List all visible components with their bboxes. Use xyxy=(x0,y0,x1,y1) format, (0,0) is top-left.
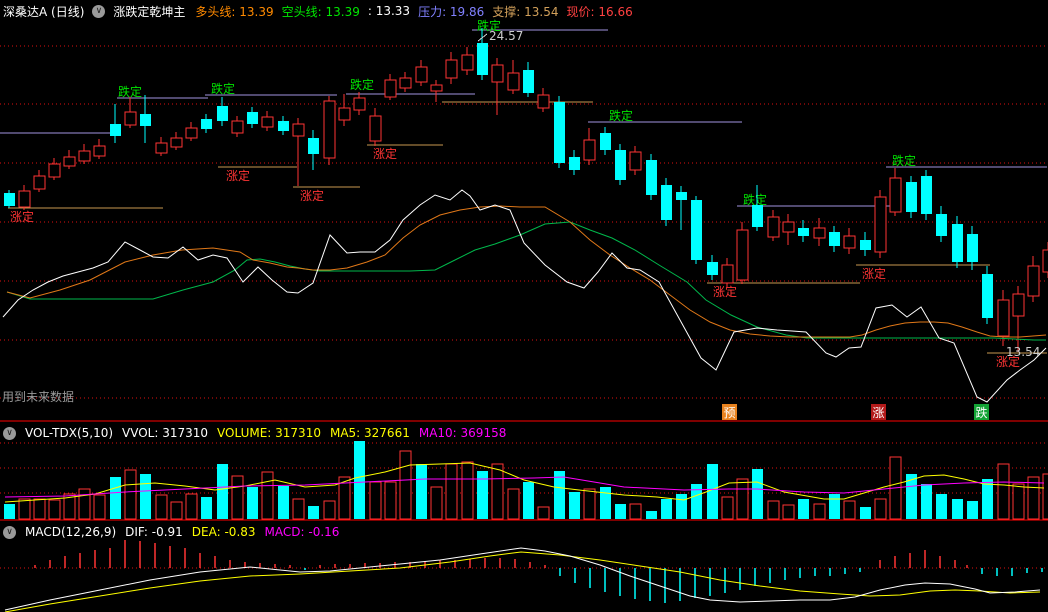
svg-text:13.54: 13.54 xyxy=(1006,345,1040,359)
stock-title: 深桑达A (日线) xyxy=(3,4,85,19)
macd-value: MACD: -0.16 xyxy=(264,525,340,539)
svg-text:涨定: 涨定 xyxy=(373,146,397,161)
support-lines: 涨定涨定涨定涨定涨定涨定涨定 xyxy=(8,101,1047,369)
svg-text:涨定: 涨定 xyxy=(300,188,324,203)
mid-line-value: : 13.33 xyxy=(367,4,411,18)
vol-collapse-chevron-icon[interactable]: ∨ xyxy=(3,426,16,440)
vol-ma10-value: MA10: 369158 xyxy=(418,426,507,440)
pressure-value: 压力: 19.86 xyxy=(418,4,485,19)
current-price-value: 现价: 16.66 xyxy=(566,4,633,19)
svg-text:跌定: 跌定 xyxy=(211,81,235,96)
main-candlesticks xyxy=(4,28,1048,352)
vol-indicator-name: VOL-TDX(5,10) xyxy=(25,426,114,440)
macd-bars xyxy=(34,540,1043,603)
main-indicator-name: 涨跌定乾坤主 xyxy=(113,4,186,19)
volume-panel-header: ∨ VOL-TDX(5,10) VVOL: 317310 VOLUME: 317… xyxy=(0,424,506,442)
svg-text:跌定: 跌定 xyxy=(609,108,633,123)
top-header: 深桑达A (日线) ∨ 涨跌定乾坤主 多头线: 13.39 空头线: 13.39… xyxy=(0,0,1048,22)
svg-text:涨定: 涨定 xyxy=(226,168,250,183)
vvol-value: VVOL: 317310 xyxy=(122,426,209,440)
macd-lines xyxy=(4,547,1041,612)
svg-text:涨定: 涨定 xyxy=(10,209,34,224)
bear-line-value: 空头线: 13.39 xyxy=(281,4,360,19)
dea-value: DEA: -0.83 xyxy=(191,525,256,539)
collapse-chevron-icon[interactable]: ∨ xyxy=(92,4,106,18)
future-data-note: 用到未来数据 xyxy=(2,390,75,404)
svg-text:跌定: 跌定 xyxy=(892,153,916,168)
macd-panel-header: ∨ MACD(12,26,9) DIF: -0.91 DEA: -0.83 MA… xyxy=(0,523,339,541)
signal-markers: 预涨跌 xyxy=(722,404,989,420)
macd-indicator-name: MACD(12,26,9) xyxy=(25,525,117,539)
signal-marker: 跌 xyxy=(976,405,988,420)
chart-canvas: 跌定 跌定 跌定跌定跌定跌定跌定涨定涨定涨定涨定涨定涨定涨定24.5713.54预涨… xyxy=(0,18,1048,612)
svg-text:跌定: 跌定 xyxy=(350,77,374,92)
dif-value: DIF: -0.91 xyxy=(125,525,183,539)
svg-text:24.57: 24.57 xyxy=(489,29,523,43)
svg-text:涨定: 涨定 xyxy=(713,284,737,299)
support-value: 支撑: 13.54 xyxy=(492,4,559,19)
signal-marker: 涨 xyxy=(873,405,885,420)
vol-ma5-value: MA5: 327661 xyxy=(329,426,410,440)
tdx-chart-window: 跌定 跌定 跌定 跌定 跌定 跌定 跌定 涨定 涨定 涨定 涨定 涨定 涨定 涨定 24.57 13.54 预涨… xyxy=(0,0,1048,612)
macd-collapse-chevron-icon[interactable]: ∨ xyxy=(3,525,16,539)
svg-text:跌定: 跌定 xyxy=(743,192,767,207)
svg-text:跌定: 跌定 xyxy=(118,84,142,99)
volume-value: VOLUME: 317310 xyxy=(217,426,321,440)
bull-line-value: 多头线: 13.39 xyxy=(195,4,274,19)
svg-text:涨定: 涨定 xyxy=(862,266,886,281)
signal-marker: 预 xyxy=(724,406,736,420)
